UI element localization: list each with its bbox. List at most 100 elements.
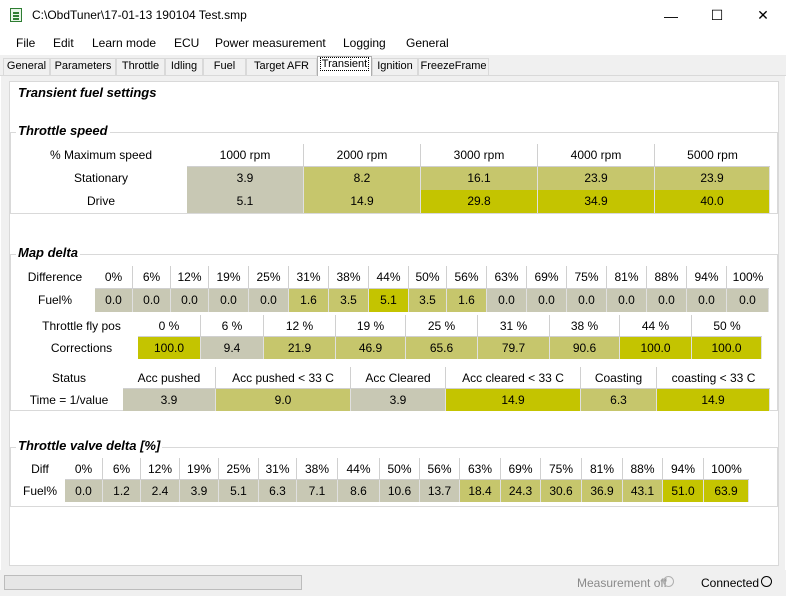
difference-value-cell[interactable]: 0.0 <box>133 289 171 312</box>
throttle-valve-value-cell[interactable]: 43.1 <box>623 480 663 502</box>
throttle-speed-value-cell[interactable]: 29.8 <box>421 190 538 213</box>
corrections-col-header: 25 % <box>406 315 478 337</box>
status-value-cell[interactable]: 3.9 <box>123 389 216 411</box>
throttle-valve-title: Throttle valve delta [%] <box>16 438 163 453</box>
difference-value-cell[interactable]: 1.6 <box>289 289 329 312</box>
throttle-valve-col-header: 94% <box>663 458 704 480</box>
throttle-speed-col-header: 1000 rpm <box>187 144 304 167</box>
throttle-valve-value-cell[interactable]: 36.9 <box>582 480 623 502</box>
menu-ecu[interactable]: ECU <box>174 36 199 50</box>
throttle-valve-value-cell[interactable]: 1.2 <box>103 480 141 502</box>
difference-col-header: 56% <box>447 266 487 289</box>
throttle-speed-value-cell[interactable]: 23.9 <box>655 167 770 190</box>
menu-power-measurement[interactable]: Power measurement <box>215 36 326 50</box>
tab-label: Idling <box>170 60 198 72</box>
throttle-valve-value-cell[interactable]: 6.3 <box>259 480 297 502</box>
throttle-valve-value-cell[interactable]: 5.1 <box>219 480 259 502</box>
menu-file[interactable]: File <box>16 36 35 50</box>
status-value-cell[interactable]: 14.9 <box>657 389 770 411</box>
difference-value-cell[interactable]: 0.0 <box>607 289 647 312</box>
menu-logging[interactable]: Logging <box>343 36 386 50</box>
difference-header-label: Difference <box>27 270 83 284</box>
connection-indicator-icon <box>761 576 772 587</box>
minimize-button[interactable]: — <box>648 0 694 31</box>
difference-col-header: 88% <box>647 266 687 289</box>
throttle-valve-value-cell[interactable]: 51.0 <box>663 480 704 502</box>
throttle-valve-value-cell[interactable]: 7.1 <box>297 480 338 502</box>
corrections-row-label: Corrections <box>50 341 113 355</box>
throttle-valve-col-header: 69% <box>501 458 541 480</box>
throttle-speed-value-cell[interactable]: 40.0 <box>655 190 770 213</box>
difference-col-header: 81% <box>607 266 647 289</box>
difference-value-cell[interactable]: 0.0 <box>647 289 687 312</box>
status-value-cell[interactable]: 14.9 <box>446 389 581 411</box>
tab-transient[interactable]: Transient <box>317 56 372 76</box>
status-value-cell[interactable]: 3.9 <box>351 389 446 411</box>
throttle-valve-value-cell[interactable]: 3.9 <box>180 480 219 502</box>
corrections-value-cell[interactable]: 79.7 <box>478 337 550 359</box>
menu-edit[interactable]: Edit <box>53 36 74 50</box>
difference-col-header: 31% <box>289 266 329 289</box>
throttle-speed-value-cell[interactable]: 23.9 <box>538 167 655 190</box>
throttle-speed-value-cell[interactable]: 16.1 <box>421 167 538 190</box>
difference-value-cell[interactable]: 0.0 <box>95 289 133 312</box>
difference-value-cell[interactable]: 0.0 <box>171 289 209 312</box>
corrections-value-cell[interactable]: 9.4 <box>201 337 264 359</box>
difference-value-cell[interactable]: 0.0 <box>249 289 289 312</box>
throttle-speed-value-cell[interactable]: 3.9 <box>187 167 304 190</box>
throttle-valve-value-cell[interactable]: 2.4 <box>141 480 180 502</box>
difference-value-cell[interactable]: 0.0 <box>687 289 727 312</box>
throttle-valve-value-cell[interactable]: 18.4 <box>460 480 501 502</box>
throttle-valve-value-cell[interactable]: 63.9 <box>704 480 749 502</box>
difference-value-cell[interactable]: 3.5 <box>329 289 369 312</box>
corrections-value-cell[interactable]: 90.6 <box>550 337 620 359</box>
tab-general[interactable]: General <box>3 58 50 75</box>
throttle-speed-value-cell[interactable]: 5.1 <box>187 190 304 213</box>
tab-ignition[interactable]: Ignition <box>372 58 418 75</box>
tab-freezeframe[interactable]: FreezeFrame <box>418 58 489 75</box>
difference-value-cell[interactable]: 5.1 <box>369 289 409 312</box>
corrections-value-cell[interactable]: 100.0 <box>692 337 762 359</box>
status-value-cell[interactable]: 6.3 <box>581 389 657 411</box>
throttle-speed-value-cell[interactable]: 8.2 <box>304 167 421 190</box>
status-value-cell[interactable]: 9.0 <box>216 389 351 411</box>
menu-learn-mode[interactable]: Learn mode <box>92 36 156 50</box>
corrections-value-cell[interactable]: 100.0 <box>138 337 201 359</box>
throttle-valve-value-cell[interactable]: 30.6 <box>541 480 582 502</box>
throttle-valve-value-cell[interactable]: 0.0 <box>65 480 103 502</box>
corrections-value-cell[interactable]: 65.6 <box>406 337 478 359</box>
throttle-valve-value-cell[interactable]: 24.3 <box>501 480 541 502</box>
throttle-speed-value-cell[interactable]: 34.9 <box>538 190 655 213</box>
maximize-button[interactable]: ☐ <box>694 0 740 31</box>
corrections-value-cell[interactable]: 100.0 <box>620 337 692 359</box>
menu-general[interactable]: General <box>406 36 449 50</box>
corrections-col-header: 31 % <box>478 315 550 337</box>
throttle-valve-value-cell[interactable]: 8.6 <box>338 480 380 502</box>
tab-target-afr[interactable]: Target AFR <box>246 58 317 75</box>
difference-value-cell[interactable]: 0.0 <box>209 289 249 312</box>
difference-value-cell[interactable]: 3.5 <box>409 289 447 312</box>
difference-value-cell[interactable]: 0.0 <box>527 289 567 312</box>
close-button[interactable]: ✕ <box>740 0 786 31</box>
difference-value-cell[interactable]: 0.0 <box>727 289 769 312</box>
throttle-valve-value-cell[interactable]: 13.7 <box>420 480 460 502</box>
corrections-header-label: Throttle fly pos <box>42 319 121 333</box>
title-bar: C:\ObdTuner\17-01-13 190104 Test.smp — ☐… <box>0 0 786 31</box>
throttle-speed-group: % Maximum speed 1000 rpm 2000 rpm 3000 rpm 4… <box>10 132 778 214</box>
corrections-value-cell[interactable]: 46.9 <box>336 337 406 359</box>
tab-parameters[interactable]: Parameters <box>50 58 116 75</box>
tab-label: FreezeFrame <box>420 60 487 72</box>
tab-fuel[interactable]: Fuel <box>203 58 246 75</box>
tab-throttle[interactable]: Throttle <box>116 58 165 75</box>
throttle-valve-value-cell[interactable]: 10.6 <box>380 480 420 502</box>
tab-label: Throttle <box>121 60 160 72</box>
corrections-value-cell[interactable]: 21.9 <box>264 337 336 359</box>
difference-row-label: Fuel% <box>37 293 72 307</box>
difference-value-cell[interactable]: 0.0 <box>487 289 527 312</box>
status-col-header: Acc Cleared <box>351 367 446 389</box>
difference-value-cell[interactable]: 0.0 <box>567 289 607 312</box>
throttle-valve-group: Diff 0% 6% 12% 19% 25% 31% 38% 44% 50% 56% 63% 69% 75… <box>10 447 778 507</box>
tab-idling[interactable]: Idling <box>165 58 203 75</box>
difference-value-cell[interactable]: 1.6 <box>447 289 487 312</box>
throttle-speed-value-cell[interactable]: 14.9 <box>304 190 421 213</box>
